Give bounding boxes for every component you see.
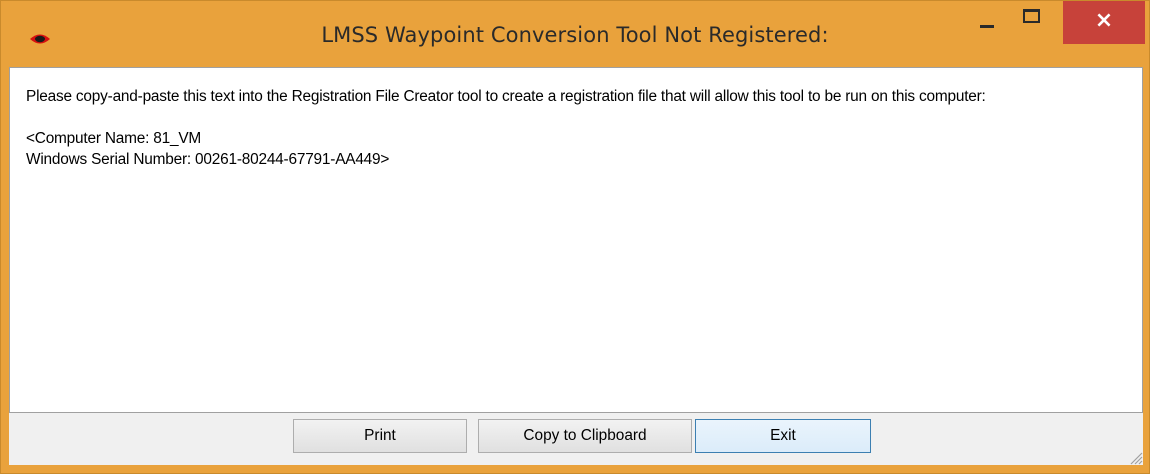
computer-name-line: <Computer Name: 81_VM xyxy=(26,130,202,147)
exit-button[interactable]: Exit xyxy=(695,419,871,453)
title-bar[interactable]: LMSS Waypoint Conversion Tool Not Regist… xyxy=(1,1,1149,67)
intro-text: Please copy-and-paste this text into the… xyxy=(26,88,986,105)
minimize-icon xyxy=(980,25,994,28)
registration-text-box[interactable]: Please copy-and-paste this text into the… xyxy=(9,67,1143,413)
dialog-client-area: Please copy-and-paste this text into the… xyxy=(9,67,1143,465)
close-icon: × xyxy=(1094,8,1114,33)
dialog-window: LMSS Waypoint Conversion Tool Not Regist… xyxy=(0,0,1150,474)
minimize-button[interactable] xyxy=(963,1,1015,44)
print-button[interactable]: Print xyxy=(293,419,467,453)
copy-to-clipboard-button[interactable]: Copy to Clipboard xyxy=(478,419,692,453)
serial-number-line: Windows Serial Number: 00261-80244-67791… xyxy=(26,151,390,168)
resize-grip-icon[interactable] xyxy=(1127,449,1143,465)
maximize-icon xyxy=(1023,9,1040,23)
close-button[interactable]: × xyxy=(1063,1,1145,44)
maximize-button[interactable] xyxy=(1015,1,1063,44)
